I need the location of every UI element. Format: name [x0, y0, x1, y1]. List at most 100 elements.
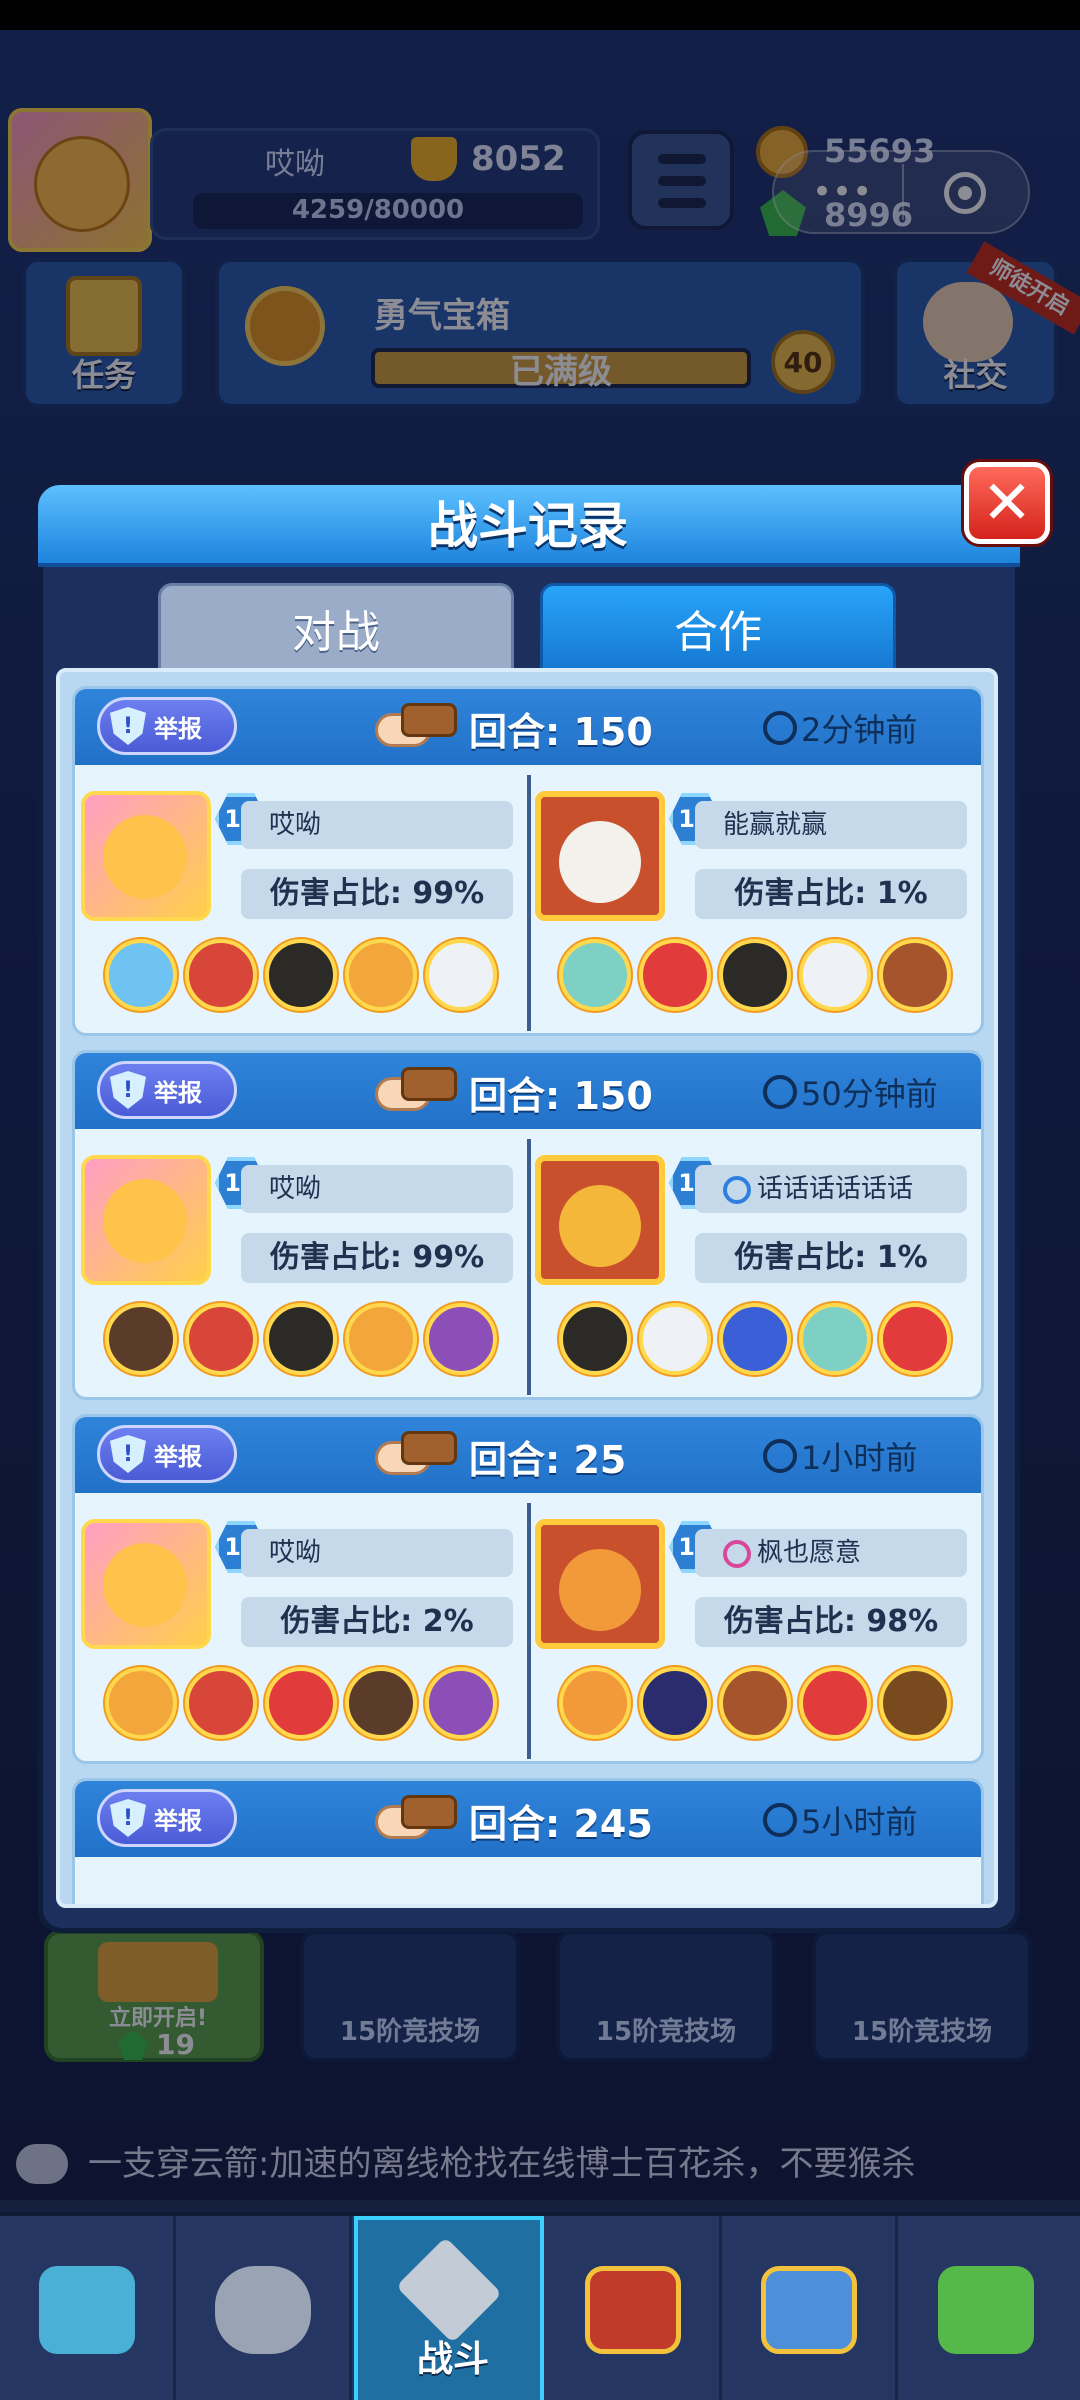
hero-icon[interactable]: [105, 1667, 177, 1739]
rounds-text: 回合: 150: [469, 701, 653, 756]
hero-icon[interactable]: [345, 939, 417, 1011]
player-name: 能赢就赢: [695, 801, 967, 849]
female-icon: [723, 1539, 751, 1568]
hero-icon[interactable]: [345, 1303, 417, 1375]
player-name: 哎呦: [241, 1165, 513, 1213]
hero-icon[interactable]: [639, 1667, 711, 1739]
hero-icon[interactable]: [879, 1303, 951, 1375]
hero-icon[interactable]: [639, 1303, 711, 1375]
hero-icon[interactable]: [265, 1303, 337, 1375]
player-name: 哎呦: [241, 801, 513, 849]
hero-icon[interactable]: [185, 1667, 257, 1739]
nav-garden[interactable]: [898, 2216, 1074, 2400]
hero-icon[interactable]: [425, 1667, 497, 1739]
divider: [527, 1503, 531, 1759]
record-card: !举报 回合: 25 1小时前 16 哎呦 伤害占比: 2% 15 枫也愿意 伤: [72, 1414, 984, 1764]
hero-icon[interactable]: [799, 1667, 871, 1739]
hero-icon[interactable]: [799, 1303, 871, 1375]
nav-rank[interactable]: [546, 2216, 722, 2400]
hero-icon[interactable]: [425, 939, 497, 1011]
hero-icon[interactable]: [185, 1303, 257, 1375]
modal-title: 战斗记录: [428, 497, 628, 555]
hand-right: [401, 1795, 457, 1829]
nav-team[interactable]: [722, 2216, 898, 2400]
avatar-face-icon: [103, 1543, 187, 1627]
tab-versus[interactable]: 对战: [158, 583, 514, 673]
nav-battle[interactable]: 战斗: [354, 2216, 544, 2400]
hero-icon[interactable]: [265, 939, 337, 1011]
divider: [527, 775, 531, 1031]
hand-right: [401, 1431, 457, 1465]
status-bar: [0, 0, 1080, 30]
avatar-face-icon: [559, 821, 641, 903]
hero-icon[interactable]: [345, 1667, 417, 1739]
nav-heroes[interactable]: [176, 2216, 352, 2400]
record-card: ! 举报 回合: 245 5小时前: [72, 1778, 984, 1904]
player-name: 枫也愿意: [757, 1538, 862, 1568]
report-label: 举报: [154, 714, 202, 743]
avatar-face-icon: [559, 1549, 641, 1631]
hero-icon[interactable]: [799, 939, 871, 1011]
report-shield-icon: !: [110, 1435, 146, 1473]
bottom-nav: 战斗: [0, 2212, 1080, 2400]
damage-share: 伤害占比: 2%: [241, 1597, 513, 1647]
tab-coop[interactable]: 合作: [540, 583, 896, 673]
hero-icon[interactable]: [425, 1303, 497, 1375]
rounds-prefix: 回合:: [469, 1438, 574, 1482]
team-icon: [760, 2266, 857, 2354]
record-header: ! 举报 回合: 25 1小时前: [75, 1417, 981, 1493]
report-shield-icon: !: [110, 1799, 146, 1837]
player-avatar[interactable]: [81, 1155, 211, 1285]
king-avatar[interactable]: [535, 1519, 665, 1649]
hero-icon[interactable]: [559, 1667, 631, 1739]
report-shield-icon: !: [110, 1071, 146, 1109]
hero-icon[interactable]: [185, 939, 257, 1011]
king-avatar[interactable]: [535, 1155, 665, 1285]
report-button[interactable]: ! 举报: [97, 1789, 237, 1847]
crossed-swords-icon: [395, 2236, 503, 2344]
hand-right: [401, 1067, 457, 1101]
hero-icon[interactable]: [719, 1667, 791, 1739]
nav-battle-label: 战斗: [416, 2339, 489, 2380]
clock-icon: [763, 711, 797, 745]
player-name: 哎呦: [241, 1529, 513, 1577]
handshake-icon: [375, 699, 457, 755]
player-left: 16 哎呦 伤害占比: 2%: [81, 1501, 527, 1759]
player-avatar[interactable]: [81, 1519, 211, 1649]
player-avatar[interactable]: [81, 791, 211, 921]
hero-icon[interactable]: [879, 1667, 951, 1739]
hero-icon[interactable]: [265, 1667, 337, 1739]
hand-right: [401, 703, 457, 737]
king-avatar[interactable]: [535, 791, 665, 921]
hero-icon[interactable]: [559, 1303, 631, 1375]
rounds-value: 25: [573, 1438, 627, 1482]
close-button[interactable]: ✕: [964, 462, 1050, 544]
rounds-text: 回合: 25: [469, 1429, 626, 1484]
record-header: ! 举报 回合: 245 5小时前: [75, 1781, 981, 1857]
player-name-box: 话话话话话话: [695, 1165, 967, 1213]
nav-shop[interactable]: [0, 2216, 176, 2400]
report-button[interactable]: ! 举报: [97, 1061, 237, 1119]
damage-share: 伤害占比: 1%: [695, 869, 967, 919]
report-shield-icon: !: [110, 707, 146, 745]
male-icon: [723, 1175, 751, 1204]
record-header: ! 举报 回合: 150 2分钟前: [75, 689, 981, 765]
hero-icon[interactable]: [879, 939, 951, 1011]
player-name-box: 枫也愿意: [695, 1529, 967, 1577]
sprout-icon: [938, 2266, 1034, 2354]
report-button[interactable]: ! 举报: [97, 697, 237, 755]
hero-lineup: [105, 1667, 525, 1743]
hero-icon[interactable]: [105, 939, 177, 1011]
record-time: 5小时前: [801, 1803, 918, 1841]
hero-icon[interactable]: [559, 939, 631, 1011]
rounds-text: 回合: 245: [469, 1793, 653, 1848]
hero-icon[interactable]: [639, 939, 711, 1011]
hero-icon[interactable]: [719, 939, 791, 1011]
hero-icon[interactable]: [719, 1303, 791, 1375]
player-left: 16 哎呦 伤害占比: 99%: [81, 773, 527, 1031]
record-list[interactable]: !举报 回合: 150 2分钟前 16 哎呦 伤害占比: 99% 14 能赢就赢: [56, 668, 998, 1908]
treasure-chest-icon: [38, 2266, 135, 2354]
avatar-face-icon: [103, 815, 187, 899]
hero-icon[interactable]: [105, 1303, 177, 1375]
report-button[interactable]: ! 举报: [97, 1425, 237, 1483]
